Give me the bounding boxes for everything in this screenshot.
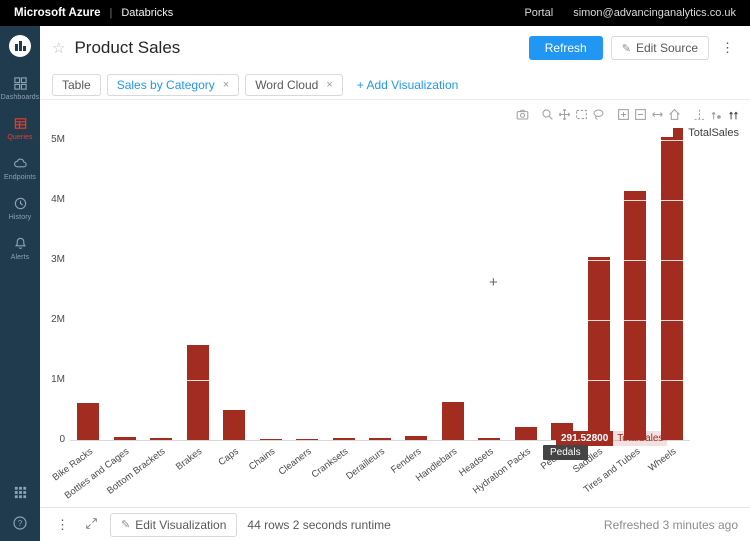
- sidebar-item-dashboards[interactable]: Dashboards: [0, 68, 40, 108]
- tab-label: Word Cloud: [255, 78, 318, 92]
- tab-label: Table: [62, 78, 91, 92]
- brand-separator: |: [109, 7, 112, 19]
- apps-grid-button[interactable]: [12, 485, 28, 500]
- page-title: Product Sales: [74, 38, 180, 58]
- bar-brakes[interactable]: [187, 345, 209, 440]
- sidebar-item-queries[interactable]: Queries: [0, 108, 40, 148]
- history-clock-icon: [13, 196, 28, 211]
- axis-hover-badge: Pedals: [543, 445, 588, 460]
- bar-bottles-and-cages[interactable]: [114, 437, 136, 440]
- tab-sales-by-category[interactable]: Sales by Category: [107, 74, 240, 96]
- close-tab-icon[interactable]: [223, 79, 229, 91]
- runtime-status: 44 rows 2 seconds runtime: [247, 518, 390, 532]
- edit-visualization-label: Edit Visualization: [135, 518, 226, 532]
- x-tick-label: Bottles and Cages: [63, 446, 132, 502]
- sidebar-item-label: Alerts: [11, 254, 30, 261]
- svg-text:?: ?: [18, 519, 23, 528]
- tab-word-cloud[interactable]: Word Cloud: [245, 74, 343, 96]
- bar-bottom-brackets[interactable]: [150, 438, 172, 440]
- bar-saddles[interactable]: [588, 257, 610, 440]
- bar-caps[interactable]: [223, 410, 245, 440]
- hover-tooltip: 291.52800 TotalSales: [556, 431, 667, 446]
- sidebar-item-label: Endpoints: [4, 174, 36, 181]
- user-email-link[interactable]: simon@advancinganalytics.co.uk: [573, 7, 736, 19]
- dashboards-icon: [13, 76, 28, 91]
- endpoints-cloud-icon: [13, 156, 28, 171]
- expand-icon: [85, 517, 98, 533]
- queries-icon: [13, 116, 28, 131]
- footer-more-options-button[interactable]: [52, 515, 73, 535]
- crosshair-cursor: [489, 274, 498, 291]
- x-tick-label: Cranksets: [309, 446, 350, 481]
- gridline: [70, 380, 690, 381]
- y-tick-label: 0: [40, 434, 65, 445]
- x-tick-label: Brakes: [174, 446, 204, 473]
- x-tick-label: Derailleurs: [344, 446, 387, 482]
- alerts-bell-icon: [13, 236, 28, 251]
- edit-visualization-button[interactable]: Edit Visualization: [110, 513, 237, 537]
- gridline: [70, 140, 690, 141]
- help-button[interactable]: ?: [12, 515, 28, 531]
- sidebar-nav: Dashboards Queries Endpoints History: [0, 68, 40, 268]
- refreshed-status: Refreshed 3 minutes ago: [604, 518, 738, 532]
- y-tick-label: 4M: [40, 194, 65, 205]
- sidebar-item-alerts[interactable]: Alerts: [0, 228, 40, 268]
- brand-microsoft-azure[interactable]: Microsoft Azure: [14, 7, 100, 19]
- bar-hydration-packs[interactable]: [515, 427, 537, 440]
- sidebar: Dashboards Queries Endpoints History: [0, 26, 40, 541]
- pencil-icon: [121, 518, 130, 531]
- y-tick-label: 3M: [40, 254, 65, 265]
- visualization-tabs: Table Sales by Category Word Cloud + Add…: [40, 70, 750, 100]
- favorite-star-icon[interactable]: [52, 39, 65, 57]
- edit-source-button[interactable]: Edit Source: [611, 36, 709, 60]
- more-options-button[interactable]: [717, 38, 738, 58]
- bar-headsets[interactable]: [478, 438, 500, 440]
- bar-handlebars[interactable]: [442, 402, 464, 440]
- gridline: [70, 320, 690, 321]
- page-header: Product Sales Refresh Edit Source: [40, 26, 750, 70]
- x-tick-label: Cleaners: [277, 446, 314, 478]
- gridline: [70, 200, 690, 201]
- bar-derailleurs[interactable]: [369, 438, 391, 440]
- x-tick-label: Chains: [247, 446, 277, 473]
- bar-wheels[interactable]: [661, 137, 683, 440]
- edit-source-label: Edit Source: [636, 41, 698, 55]
- chart-area: TotalSales 01M2M3M4M5MBike RacksBottles …: [40, 100, 750, 507]
- databricks-sql-logo-icon[interactable]: [8, 34, 32, 58]
- sidebar-item-label: Dashboards: [1, 94, 40, 101]
- tab-table[interactable]: Table: [52, 74, 101, 96]
- x-tick-label: Caps: [216, 446, 240, 468]
- close-tab-icon[interactable]: [326, 79, 332, 91]
- sidebar-item-label: Queries: [7, 134, 32, 141]
- bar-cleaners[interactable]: [296, 439, 318, 440]
- apps-grid-icon: [13, 485, 28, 500]
- bar-fenders[interactable]: [405, 436, 427, 440]
- sidebar-item-history[interactable]: History: [0, 188, 40, 228]
- bar-tires-and-tubes[interactable]: [624, 191, 646, 440]
- y-tick-label: 1M: [40, 374, 65, 385]
- pencil-icon: [622, 42, 631, 55]
- sidebar-item-endpoints[interactable]: Endpoints: [0, 148, 40, 188]
- tooltip-series-label: TotalSales: [613, 431, 667, 446]
- top-bar: Microsoft Azure | Databricks Portal simo…: [0, 0, 750, 26]
- refresh-button[interactable]: Refresh: [529, 36, 603, 60]
- tab-label: Sales by Category: [117, 78, 215, 92]
- add-visualization-button[interactable]: + Add Visualization: [357, 78, 459, 92]
- results-footer: Edit Visualization 44 rows 2 seconds run…: [40, 507, 750, 541]
- x-tick-label: Wheels: [646, 446, 678, 474]
- expand-visualization-button[interactable]: [83, 515, 100, 535]
- portal-link[interactable]: Portal: [524, 7, 553, 19]
- y-tick-label: 5M: [40, 134, 65, 145]
- gridline: [70, 260, 690, 261]
- bar-cranksets[interactable]: [333, 438, 355, 440]
- brand-databricks[interactable]: Databricks: [121, 7, 173, 19]
- y-tick-label: 2M: [40, 314, 65, 325]
- tooltip-value: 291.52800: [556, 431, 613, 446]
- help-icon: ?: [12, 515, 28, 531]
- bar-chains[interactable]: [260, 439, 282, 440]
- sidebar-item-label: History: [9, 214, 31, 221]
- bar-bike-racks[interactable]: [77, 403, 99, 440]
